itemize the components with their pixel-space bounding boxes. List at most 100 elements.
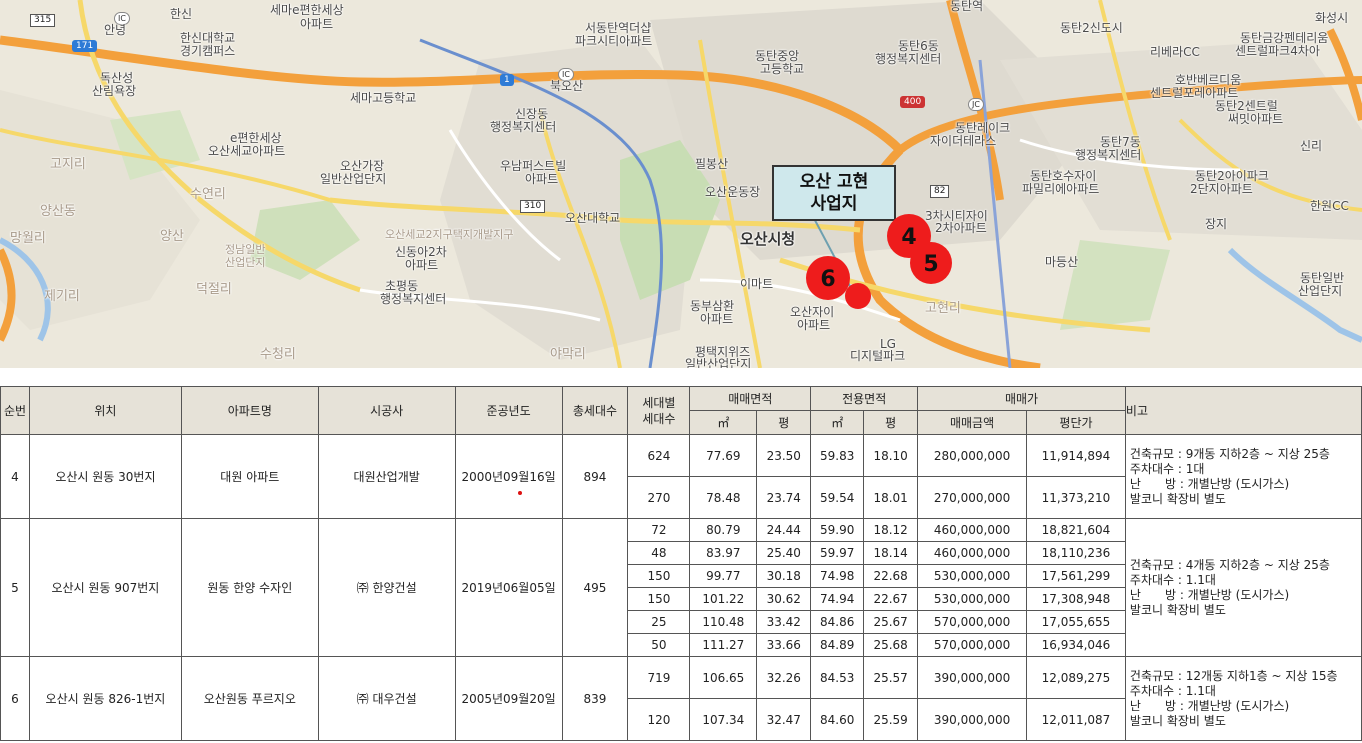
cell-exclusive-pyeong: 18.12: [863, 518, 919, 542]
map-label: 행정복지센터: [490, 120, 557, 134]
cell-exclusive-pyeong: 25.57: [863, 656, 919, 699]
map-label: 산림욕장: [92, 84, 137, 98]
cell-exclusive-sqm: 59.83: [810, 434, 865, 477]
map-label: 오산운동장: [705, 185, 761, 199]
map-label: 행정복지센터: [875, 52, 942, 66]
map-label: 신리: [1300, 139, 1323, 153]
map-label: 덕절리: [196, 282, 232, 297]
header-pyeong: 평: [863, 410, 919, 435]
cell-sale-pyeong: 30.18: [756, 564, 812, 588]
map[interactable]: 315 171 1 400 310 82 IC IC JC 한신 안녕 세마e편…: [0, 0, 1362, 368]
cell-exclusive-pyeong: 25.68: [863, 633, 919, 657]
cell-apt-name: 오산원동 푸르지오: [180, 656, 319, 741]
cell-per-pyeong: 18,110,236: [1026, 541, 1126, 565]
cell-households: 894: [561, 434, 629, 519]
map-label: 야막리: [550, 347, 586, 362]
map-label: 경기캠퍼스: [180, 44, 236, 58]
cell-unit-households: 624: [627, 434, 691, 477]
cell-sale-amount: 270,000,000: [917, 476, 1028, 519]
cell-per-pyeong: 11,914,894: [1026, 434, 1126, 477]
header-households: 총세대수: [561, 386, 629, 435]
route-shield: 82: [930, 185, 950, 198]
map-label: 세마e편한세상: [270, 3, 344, 17]
marker-5[interactable]: 5: [910, 242, 952, 284]
header-text: 세대별: [642, 395, 676, 410]
cell-sale-amount: 460,000,000: [917, 541, 1028, 565]
cell-note: 건축규모 : 9개동 지하2층 ~ 지상 25층 주차대수 : 1대 난 방 : 개…: [1124, 434, 1362, 519]
header-apt: 아파트명: [180, 386, 319, 435]
cell-sale-pyeong: 33.42: [756, 610, 812, 634]
map-label: 오산세교2지구택지개발지구: [385, 228, 514, 241]
cell-sale-sqm: 80.79: [689, 518, 758, 542]
cell-households: 839: [561, 656, 629, 741]
cell-sale-sqm: 110.48: [689, 610, 758, 634]
map-label: 디지털파크: [850, 349, 906, 363]
cell-per-pyeong: 18,821,604: [1026, 518, 1126, 542]
map-label: 동탄2신도시: [1060, 21, 1123, 35]
header-per-pyeong: 평단가: [1026, 410, 1126, 435]
cell-per-pyeong: 12,011,087: [1026, 698, 1126, 741]
map-label: 2단지아파트: [1190, 182, 1253, 196]
cell-builder: 대원산업개발: [317, 434, 456, 519]
map-label: 정남일반: [225, 243, 266, 256]
map-label: 센트럴파크4차아: [1235, 44, 1320, 58]
table-row: 5 오산시 원동 907번지 원동 한양 수자인 ㈜ 한양건설 2019년06월05일 4…: [0, 518, 1362, 657]
map-label: 고현리: [925, 301, 961, 316]
map-label: 고등학교: [760, 62, 805, 76]
cell-per-pyeong: 11,373,210: [1026, 476, 1126, 519]
cell-sale-pyeong: 23.50: [756, 434, 812, 477]
cell-sale-sqm: 99.77: [689, 564, 758, 588]
interchange-icon: JC: [968, 98, 984, 111]
cell-sale-amount: 460,000,000: [917, 518, 1028, 542]
header-text: 세대수: [642, 411, 676, 426]
map-label: 자이더테라스: [930, 134, 997, 148]
cell-per-pyeong: 17,308,948: [1026, 587, 1126, 611]
cell-sale-amount: 390,000,000: [917, 656, 1028, 699]
cell-sale-sqm: 111.27: [689, 633, 758, 657]
header-note: 비고: [1124, 386, 1362, 435]
map-label: 필봉산: [695, 157, 729, 171]
map-label: 장지: [1205, 217, 1228, 231]
map-label: 수연리: [190, 187, 226, 202]
map-label: 산업단지: [225, 256, 266, 269]
site-callout: 오산 고현 사업지: [772, 165, 896, 221]
site-marker[interactable]: [845, 283, 871, 309]
map-label: 세마고등학교: [350, 91, 417, 105]
cell-exclusive-pyeong: 25.59: [863, 698, 919, 741]
cell-unit-households: 150: [627, 564, 691, 588]
cell-exclusive-pyeong: 18.10: [863, 434, 919, 477]
map-label: 행정복지센터: [380, 292, 447, 306]
callout-line: 사업지: [810, 194, 858, 214]
header-sale-amount: 매매금액: [917, 410, 1028, 435]
cell-exclusive-pyeong: 18.01: [863, 476, 919, 519]
cell-location: 오산시 원동 30번지: [28, 434, 182, 519]
cell-sale-sqm: 106.65: [689, 656, 758, 699]
map-label: 오산대학교: [565, 211, 621, 225]
map-label: 북오산: [550, 79, 584, 93]
note-line: 발코니 확장비 별도: [1129, 491, 1226, 506]
cell-unit-households: 48: [627, 541, 691, 565]
map-label: 이마트: [740, 277, 774, 291]
cell-sale-pyeong: 32.26: [756, 656, 812, 699]
map-label: 제기리: [44, 289, 80, 304]
marker-6[interactable]: 6: [806, 256, 850, 300]
cell-sale-amount: 570,000,000: [917, 610, 1028, 634]
cell-sale-pyeong: 33.66: [756, 633, 812, 657]
cell-households: 495: [561, 518, 629, 657]
note-line: 주차대수 : 1대: [1129, 461, 1205, 476]
cell-per-pyeong: 12,089,275: [1026, 656, 1126, 699]
header-sale-area: 매매면적: [689, 386, 812, 411]
cell-sale-amount: 530,000,000: [917, 587, 1028, 611]
map-label: 수청리: [260, 347, 296, 362]
map-label: 고지리: [50, 157, 86, 172]
route-shield: 310: [520, 200, 546, 213]
cell-exclusive-sqm: 59.90: [810, 518, 865, 542]
map-label: 아파트: [525, 172, 559, 186]
map-label: 마등산: [1045, 255, 1079, 269]
map-label: 아파트: [300, 17, 334, 31]
map-label: 안녕: [104, 23, 127, 37]
cell-exclusive-sqm: 74.94: [810, 587, 865, 611]
cell-sale-sqm: 78.48: [689, 476, 758, 519]
cell-apt-name: 원동 한양 수자인: [180, 518, 319, 657]
cell-exclusive-sqm: 59.97: [810, 541, 865, 565]
